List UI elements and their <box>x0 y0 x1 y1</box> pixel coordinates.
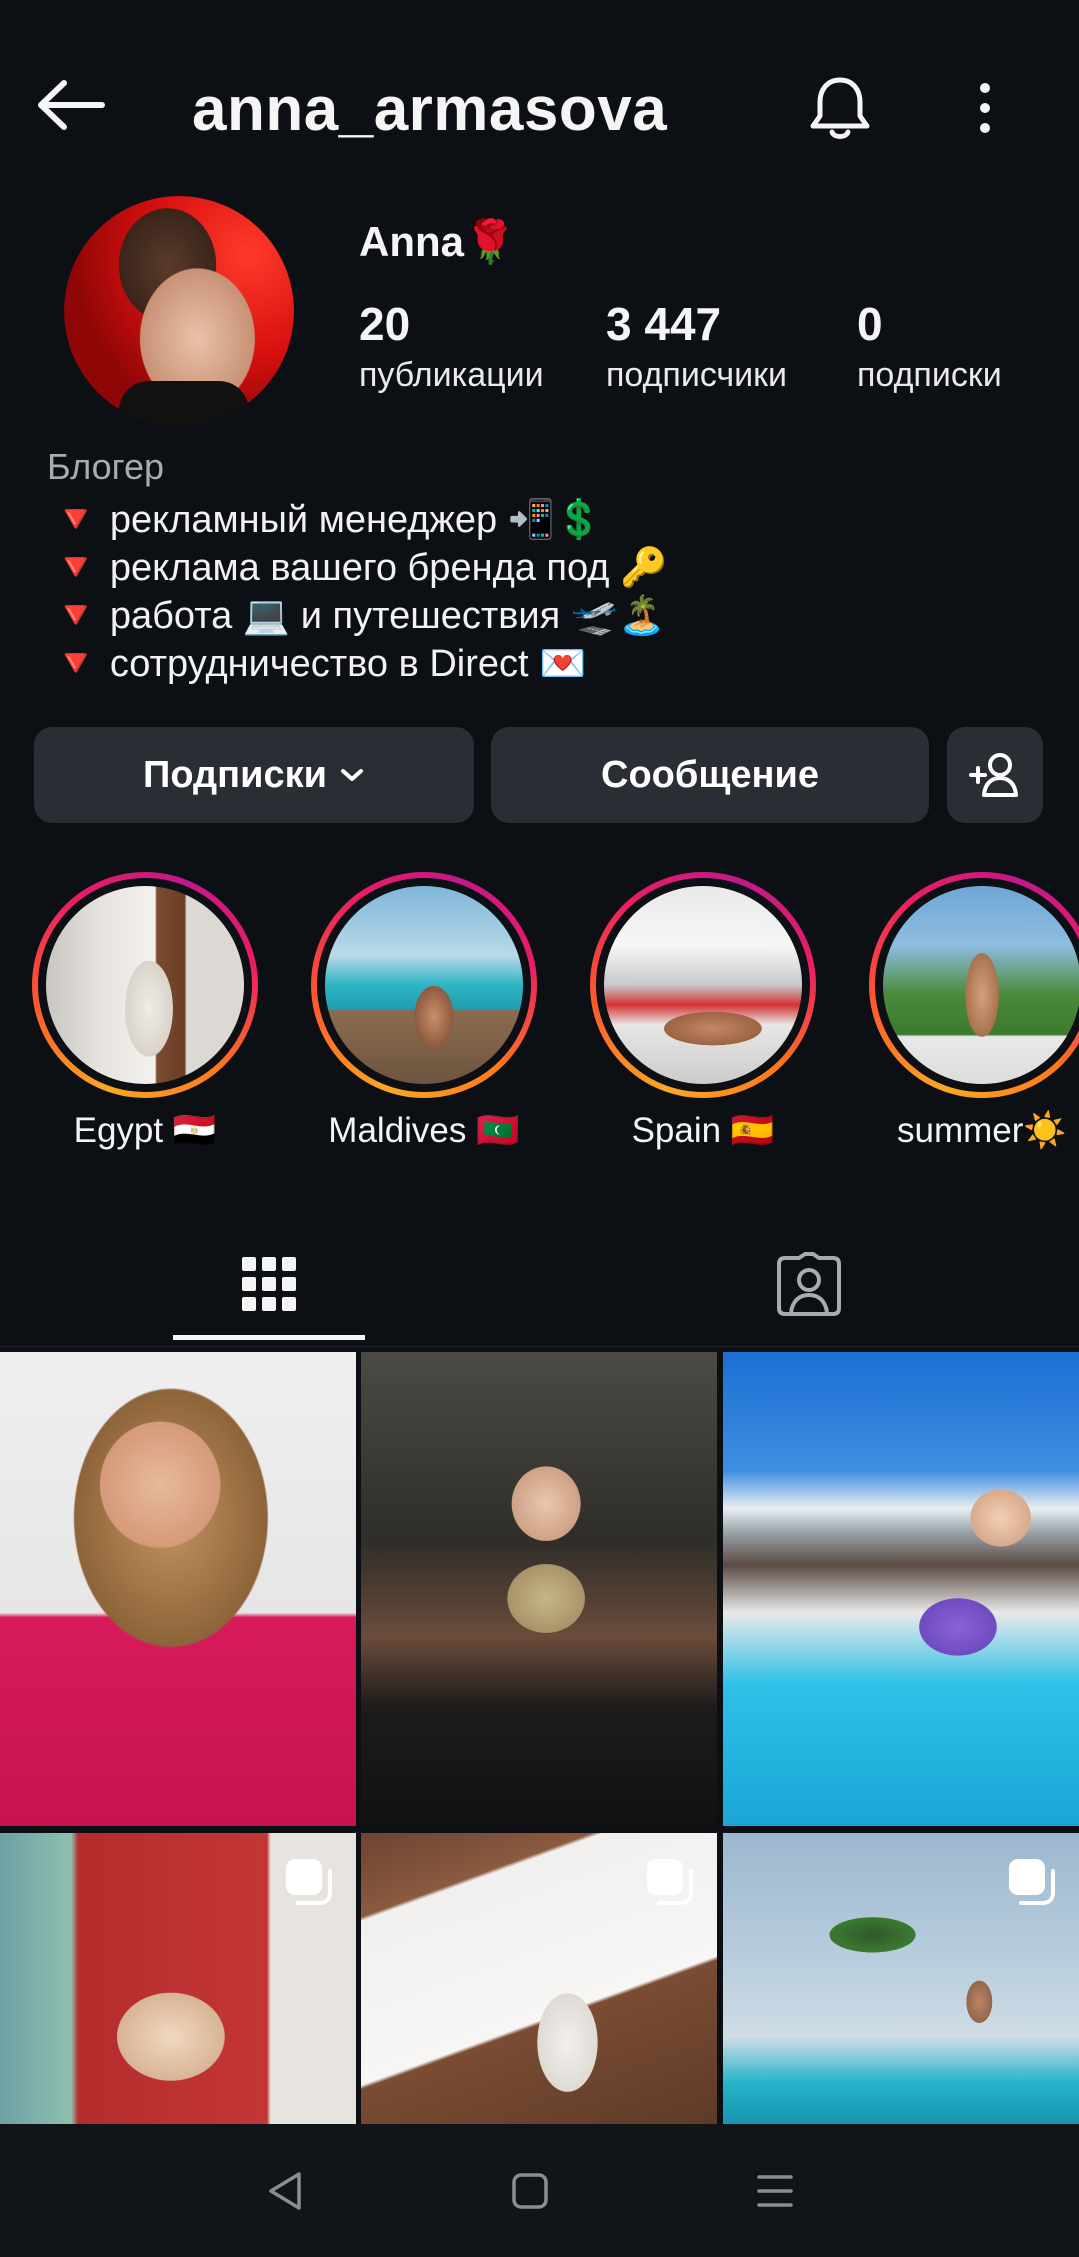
post-thumbnail[interactable] <box>723 1352 1079 1826</box>
posts-count: 20 <box>359 298 411 350</box>
highlight-spain[interactable]: Spain 🇪🇸 <box>590 872 816 1151</box>
triangle-back-icon <box>269 2171 301 2210</box>
highlight-maldives[interactable]: Maldives 🇲🇻 <box>311 872 537 1151</box>
posts-grid <box>0 1352 1079 2124</box>
highlight-ring <box>869 872 1079 1098</box>
highlight-label: Spain 🇪🇸 <box>631 1111 775 1150</box>
highlight-egypt[interactable]: Egypt 🇪🇬 <box>32 872 258 1151</box>
highlight-ring <box>311 872 537 1098</box>
highlight-cover <box>883 886 1079 1084</box>
highlight-summer[interactable]: summer☀️ <box>869 872 1079 1151</box>
carousel-icon <box>1009 1859 1055 1905</box>
post-thumbnail[interactable] <box>723 1833 1079 2124</box>
top-bar: anna_armasova <box>0 0 1079 215</box>
highlight-cover <box>604 886 802 1084</box>
highlight-ring <box>32 872 258 1098</box>
following-count: 0 <box>857 298 883 350</box>
bell-icon <box>810 77 870 139</box>
tagged-person-icon <box>777 1252 841 1316</box>
active-tab-indicator <box>173 1335 365 1340</box>
post-thumbnail[interactable] <box>361 1833 717 2124</box>
highlight-cover <box>325 886 523 1084</box>
system-navigation-bar <box>0 2124 1079 2257</box>
followers-count: 3 447 <box>606 298 722 350</box>
square-home-icon <box>512 2172 548 2209</box>
post-thumbnail[interactable] <box>0 1833 356 2124</box>
profile-avatar[interactable] <box>64 196 294 426</box>
system-back-button[interactable] <box>225 2124 345 2257</box>
avatar-image <box>64 196 294 426</box>
following-dropdown-button[interactable]: Подписки <box>34 727 474 823</box>
system-home-button[interactable] <box>470 2124 590 2257</box>
post-thumbnail[interactable] <box>0 1352 356 1826</box>
followers-label: подписчики <box>606 356 788 394</box>
profile-username: anna_armasova <box>192 75 668 144</box>
following-stat[interactable]: 0 подписки <box>857 296 1002 398</box>
carousel-icon <box>286 1859 332 1905</box>
vertical-dots-icon <box>980 83 990 133</box>
suggested-users-button[interactable] <box>947 727 1043 823</box>
posts-stat[interactable]: 20 публикации <box>359 296 544 398</box>
tabs-divider <box>0 1346 1079 1347</box>
profile-tabs <box>0 1220 1079 1348</box>
highlight-label: Egypt 🇪🇬 <box>73 1111 217 1150</box>
profile-display-name: Anna🌹 <box>359 218 517 265</box>
following-button-label: Подписки <box>143 753 327 796</box>
bio-line: 🔻 рекламный менеджер 📲💲 <box>52 499 603 541</box>
message-button[interactable]: Сообщение <box>491 727 929 823</box>
profile-bio: 🔻 рекламный менеджер 📲💲 🔻 реклама вашего… <box>52 496 667 688</box>
notifications-button[interactable] <box>800 68 880 148</box>
back-button[interactable] <box>30 70 110 140</box>
posts-label: публикации <box>359 356 544 394</box>
more-options-button[interactable] <box>955 68 1015 148</box>
story-highlights: Egypt 🇪🇬 Maldives 🇲🇻 Spain 🇪🇸 summer☀️ <box>0 872 1079 1162</box>
following-label: подписки <box>857 356 1002 394</box>
add-person-icon <box>969 753 1018 797</box>
highlight-label: Maldives 🇲🇻 <box>328 1111 520 1150</box>
bio-line: 🔻 работа 💻 и путешествия 🛫🏝️ <box>52 595 666 637</box>
arrow-left-icon <box>38 80 105 130</box>
message-button-label: Сообщение <box>601 753 819 796</box>
chevron-down-icon <box>339 767 365 783</box>
grid-icon <box>242 1257 296 1311</box>
highlight-label: summer☀️ <box>897 1111 1067 1150</box>
followers-stat[interactable]: 3 447 подписчики <box>606 296 787 398</box>
recents-lines-icon <box>757 2174 793 2207</box>
highlight-ring <box>590 872 816 1098</box>
bio-line: 🔻 реклама вашего бренда под 🔑 <box>52 547 668 589</box>
system-recents-button[interactable] <box>715 2124 835 2257</box>
profile-category: Блогер <box>47 446 165 487</box>
carousel-icon <box>647 1859 693 1905</box>
highlight-cover <box>46 886 244 1084</box>
bio-line: 🔻 сотрудничество в Direct 💌 <box>52 643 587 685</box>
post-thumbnail[interactable] <box>361 1352 717 1826</box>
tab-posts-grid[interactable] <box>173 1220 365 1348</box>
tab-tagged[interactable] <box>713 1220 905 1348</box>
